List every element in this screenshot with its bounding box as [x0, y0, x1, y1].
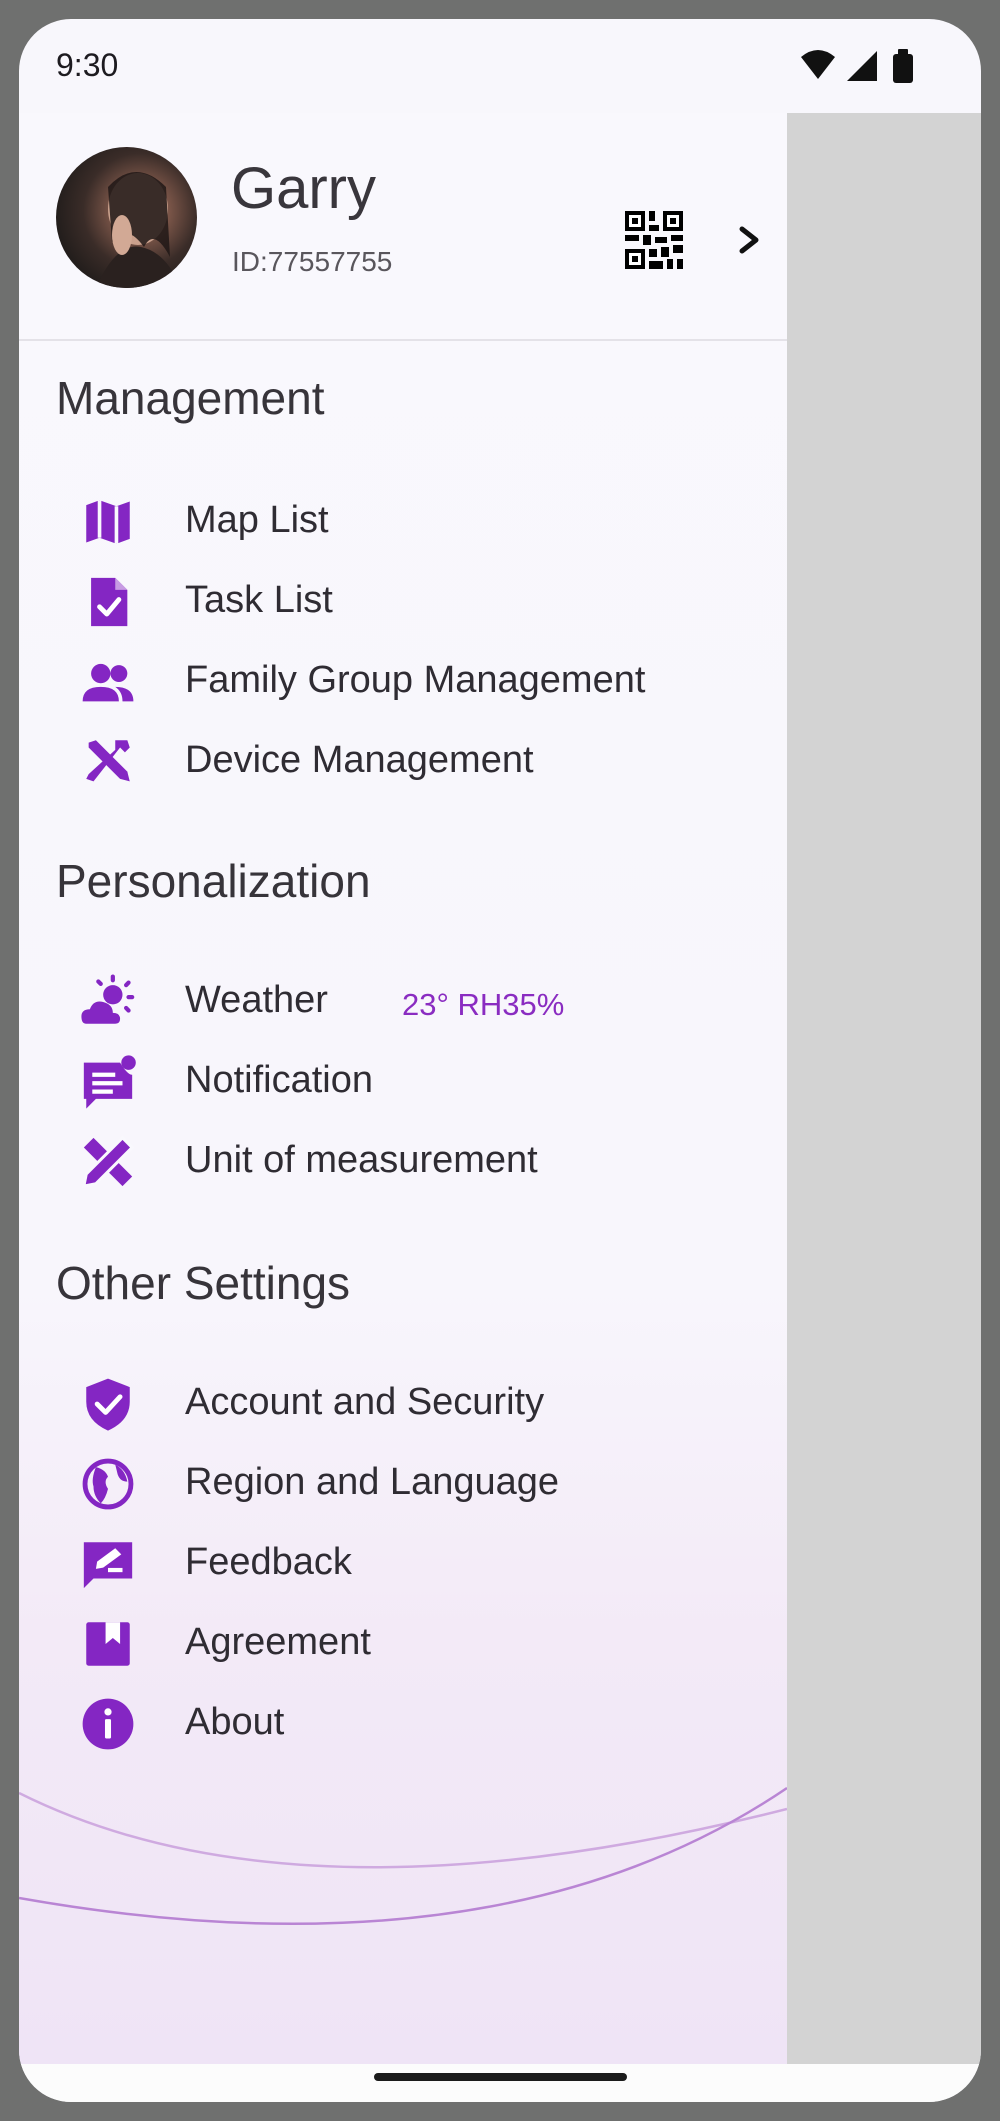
menu-item-family-group[interactable]: Family Group Management [79, 647, 769, 717]
menu-item-label: Agreement [185, 1621, 371, 1663]
qr-code-icon[interactable] [625, 211, 683, 269]
menu-item-map-list[interactable]: Map List [79, 487, 769, 557]
menu-item-agreement[interactable]: Agreement [79, 1609, 769, 1679]
gesture-nav-bar [19, 2064, 981, 2102]
home-gesture-handle[interactable] [374, 2073, 627, 2081]
section-title-other-settings: Other Settings [56, 1257, 351, 1309]
menu-item-region-language[interactable]: Region and Language [79, 1449, 769, 1519]
menu-item-label: Feedback [185, 1541, 352, 1583]
device-frame: 9:30 Garry ID:77557755 Management Map Li… [0, 0, 1000, 2121]
menu-item-feedback[interactable]: Feedback [79, 1529, 769, 1599]
globe-icon [82, 1458, 134, 1510]
weather-icon [81, 974, 135, 1024]
drawer-scrim[interactable] [787, 113, 981, 2064]
menu-item-notification[interactable]: Notification [79, 1047, 769, 1117]
group-icon [82, 663, 134, 702]
status-bar: 9:30 [19, 19, 981, 113]
navigation-drawer: Garry ID:77557755 Management Map List Ta… [19, 113, 787, 2064]
menu-item-label: Family Group Management [185, 659, 646, 701]
decorative-waves [19, 1786, 787, 1926]
profile-name: Garry [231, 156, 376, 221]
task-list-icon [91, 577, 128, 627]
menu-item-unit-of-measurement[interactable]: Unit of measurement [79, 1127, 769, 1197]
menu-item-weather[interactable]: Weather 23° RH35% [79, 967, 769, 1037]
battery-icon [893, 49, 913, 83]
status-time: 9:30 [56, 47, 119, 83]
avatar[interactable] [56, 147, 197, 288]
menu-item-task-list[interactable]: Task List [79, 567, 769, 637]
menu-item-label: Weather [185, 979, 328, 1021]
section-title-management: Management [56, 372, 325, 424]
menu-item-label: Device Management [185, 739, 534, 781]
chevron-right-icon[interactable] [732, 215, 768, 265]
profile-id: ID:77557755 [232, 246, 393, 277]
menu-item-account-security[interactable]: Account and Security [79, 1369, 769, 1439]
menu-item-label: About [185, 1701, 285, 1743]
menu-item-label: Region and Language [185, 1461, 560, 1503]
signal-icon [847, 51, 877, 81]
ruler-pencil-icon [81, 1135, 135, 1189]
feedback-icon [83, 1542, 133, 1589]
map-icon [86, 500, 130, 544]
tools-icon [86, 740, 130, 782]
profile-header[interactable]: Garry ID:77557755 [19, 113, 787, 341]
menu-item-device-management[interactable]: Device Management [79, 727, 769, 797]
status-icons [801, 49, 913, 83]
menu-item-label: Notification [185, 1059, 373, 1101]
bookmark-icon [86, 1622, 130, 1666]
menu-item-label: Unit of measurement [185, 1139, 538, 1181]
wifi-icon [801, 50, 835, 79]
menu-item-label: Map List [185, 499, 329, 541]
menu-item-label: Account and Security [185, 1381, 545, 1423]
info-icon [82, 1698, 134, 1750]
avatar-photo [96, 172, 181, 288]
shield-check-icon [86, 1378, 130, 1431]
screen: 9:30 Garry ID:77557755 Management Map Li… [19, 19, 981, 2102]
menu-item-label: Task List [185, 579, 333, 621]
weather-reading: 23° RH35% [402, 987, 565, 1022]
menu-item-about[interactable]: About [79, 1689, 769, 1759]
section-title-personalization: Personalization [56, 855, 371, 907]
notification-icon [83, 1055, 136, 1109]
